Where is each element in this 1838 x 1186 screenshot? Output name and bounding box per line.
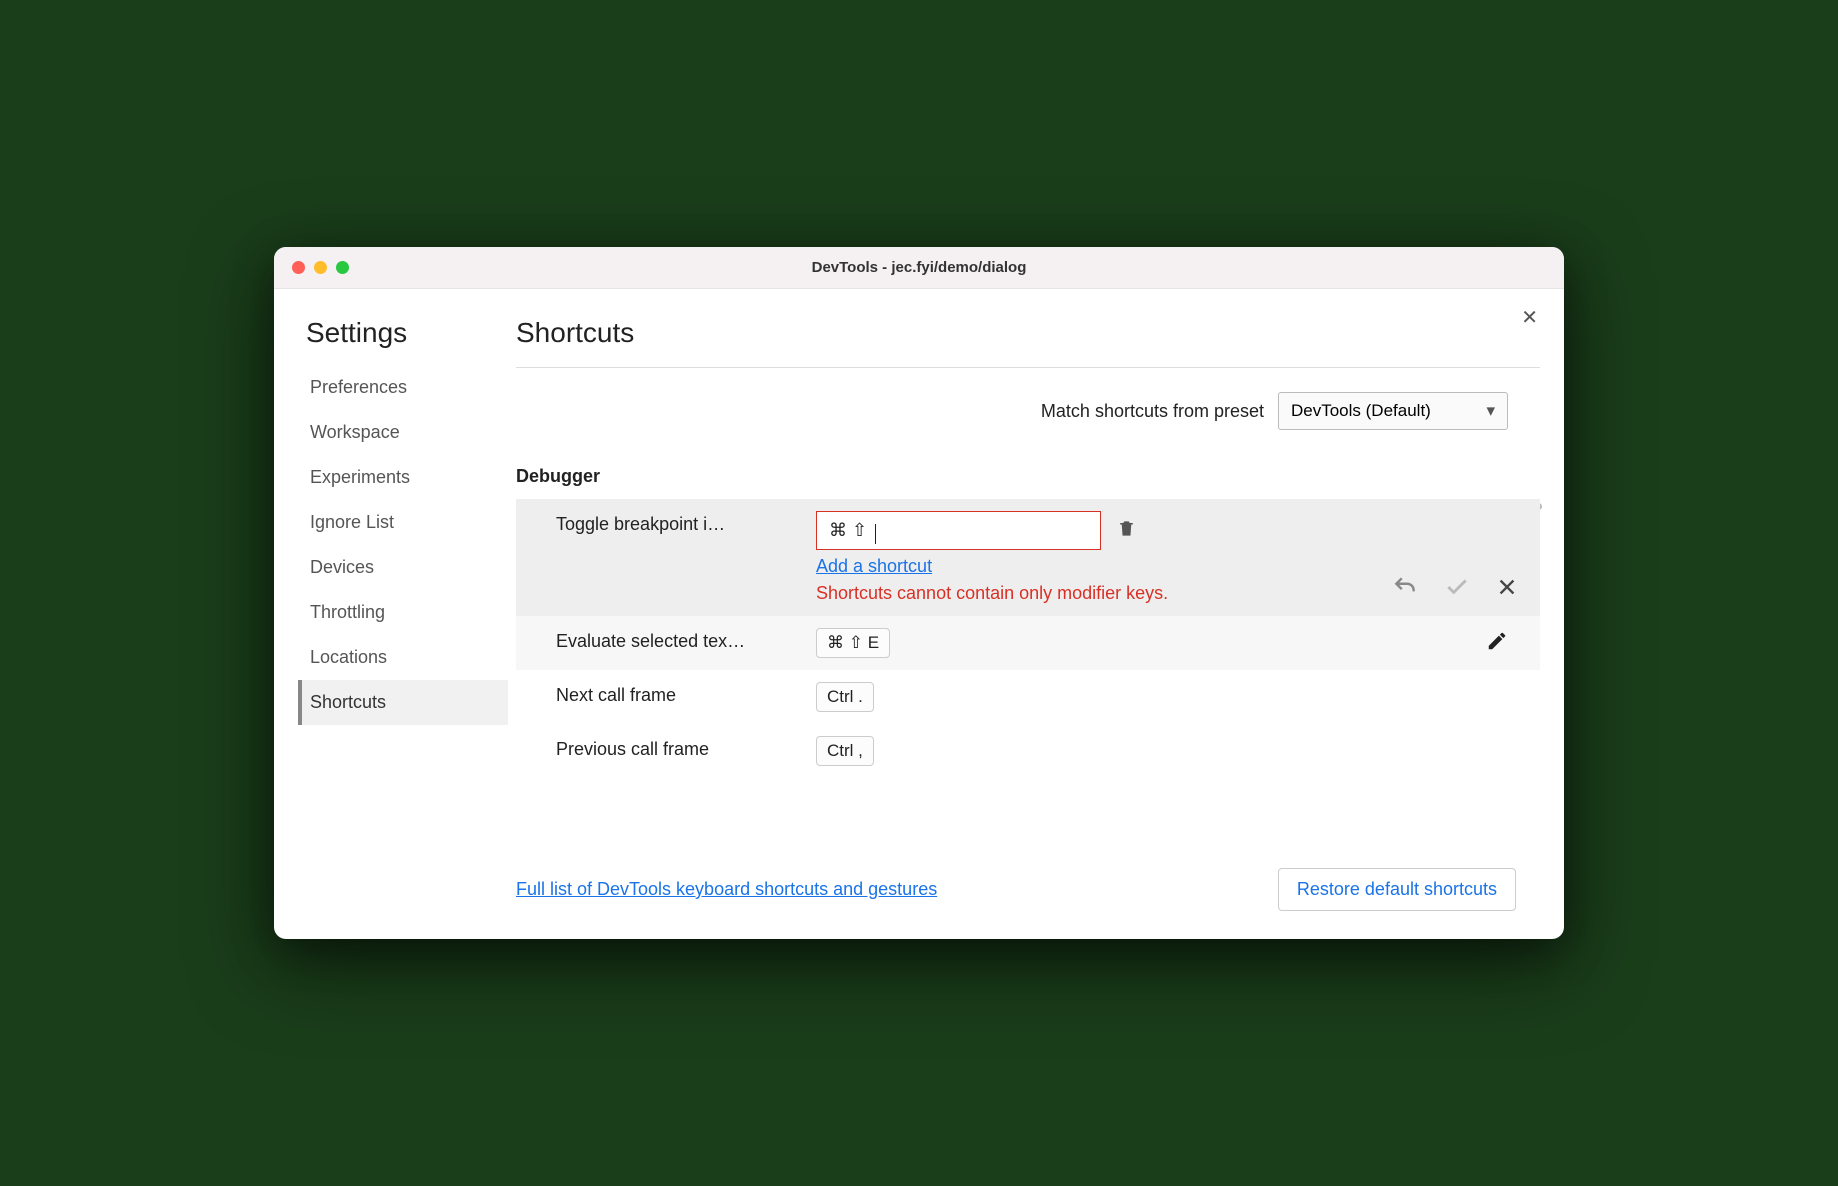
shortcut-row-previous-call-frame: Previous call frame Ctrl ,: [516, 724, 1540, 778]
preset-select-value: DevTools (Default): [1291, 401, 1431, 421]
section-header-debugger: Debugger: [516, 466, 1540, 499]
sidebar-item-label: Devices: [310, 557, 374, 577]
sidebar-item-experiments[interactable]: Experiments: [298, 455, 508, 500]
sidebar-item-ignore-list[interactable]: Ignore List: [298, 500, 508, 545]
shortcut-input[interactable]: ⌘ ⇧: [816, 511, 1101, 550]
sidebar-item-devices[interactable]: Devices: [298, 545, 508, 590]
shortcut-label: Next call frame: [556, 682, 816, 706]
cancel-icon[interactable]: [1496, 576, 1518, 598]
bottom-bar: Full list of DevTools keyboard shortcuts…: [516, 846, 1540, 911]
content: ✕ Settings Preferences Workspace Experim…: [274, 289, 1564, 939]
sidebar-item-preferences[interactable]: Preferences: [298, 365, 508, 410]
sidebar-item-label: Preferences: [310, 377, 407, 397]
error-message: Shortcuts cannot contain only modifier k…: [816, 583, 1216, 604]
sidebar: Settings Preferences Workspace Experimen…: [298, 309, 508, 911]
window-close-button[interactable]: [292, 261, 305, 274]
shortcut-list: Toggle breakpoint i… ⌘ ⇧ Add a shortcut: [516, 499, 1540, 778]
window-maximize-button[interactable]: [336, 261, 349, 274]
shortcut-row-toggle-breakpoint: Toggle breakpoint i… ⌘ ⇧ Add a shortcut: [516, 499, 1540, 616]
edit-icon[interactable]: [1486, 630, 1508, 657]
sidebar-item-label: Experiments: [310, 467, 410, 487]
shortcut-label: Previous call frame: [556, 736, 816, 760]
traffic-lights: [292, 261, 349, 274]
shortcut-value-area: Ctrl .: [816, 682, 1514, 712]
preset-select[interactable]: DevTools (Default): [1278, 392, 1508, 430]
add-shortcut-link[interactable]: Add a shortcut: [816, 556, 932, 577]
check-icon[interactable]: [1444, 574, 1470, 600]
shortcut-chip: Ctrl ,: [816, 736, 874, 766]
window-minimize-button[interactable]: [314, 261, 327, 274]
sidebar-title: Settings: [298, 317, 508, 365]
shortcut-row-next-call-frame: Next call frame Ctrl .: [516, 670, 1540, 724]
trash-icon[interactable]: [1117, 518, 1136, 544]
page-title: Shortcuts: [516, 317, 1540, 368]
sidebar-item-workspace[interactable]: Workspace: [298, 410, 508, 455]
shortcut-label: Evaluate selected tex…: [556, 628, 816, 652]
undo-icon[interactable]: [1392, 574, 1418, 600]
sidebar-item-label: Throttling: [310, 602, 385, 622]
shortcut-value-area: Ctrl ,: [816, 736, 1514, 766]
sidebar-item-shortcuts[interactable]: Shortcuts: [298, 680, 508, 725]
edit-actions: [1392, 574, 1518, 600]
preset-row: Match shortcuts from preset DevTools (De…: [516, 392, 1540, 430]
sidebar-item-locations[interactable]: Locations: [298, 635, 508, 680]
full-list-link[interactable]: Full list of DevTools keyboard shortcuts…: [516, 879, 937, 900]
devtools-window: DevTools - jec.fyi/demo/dialog ✕ Setting…: [274, 247, 1564, 939]
sidebar-item-label: Ignore List: [310, 512, 394, 532]
shortcut-chip: ⌘ ⇧ E: [816, 628, 890, 658]
titlebar: DevTools - jec.fyi/demo/dialog: [274, 247, 1564, 289]
sidebar-item-throttling[interactable]: Throttling: [298, 590, 508, 635]
window-title: DevTools - jec.fyi/demo/dialog: [290, 259, 1548, 276]
shortcut-label: Toggle breakpoint i…: [556, 511, 816, 535]
shortcut-input-row: ⌘ ⇧: [816, 511, 1514, 550]
shortcut-row-evaluate-selected: Evaluate selected tex… ⌘ ⇧ E: [516, 616, 1540, 670]
shortcut-chip: Ctrl .: [816, 682, 874, 712]
sidebar-item-label: Locations: [310, 647, 387, 667]
text-cursor: [875, 524, 876, 544]
preset-label: Match shortcuts from preset: [1041, 401, 1264, 422]
sidebar-item-label: Workspace: [310, 422, 400, 442]
restore-defaults-button[interactable]: Restore default shortcuts: [1278, 868, 1516, 911]
shortcut-input-value: ⌘ ⇧: [829, 520, 867, 541]
main-panel: Shortcuts Match shortcuts from preset De…: [508, 309, 1540, 911]
shortcut-value-area: ⌘ ⇧ E: [816, 628, 1514, 658]
sidebar-item-label: Shortcuts: [310, 692, 386, 712]
